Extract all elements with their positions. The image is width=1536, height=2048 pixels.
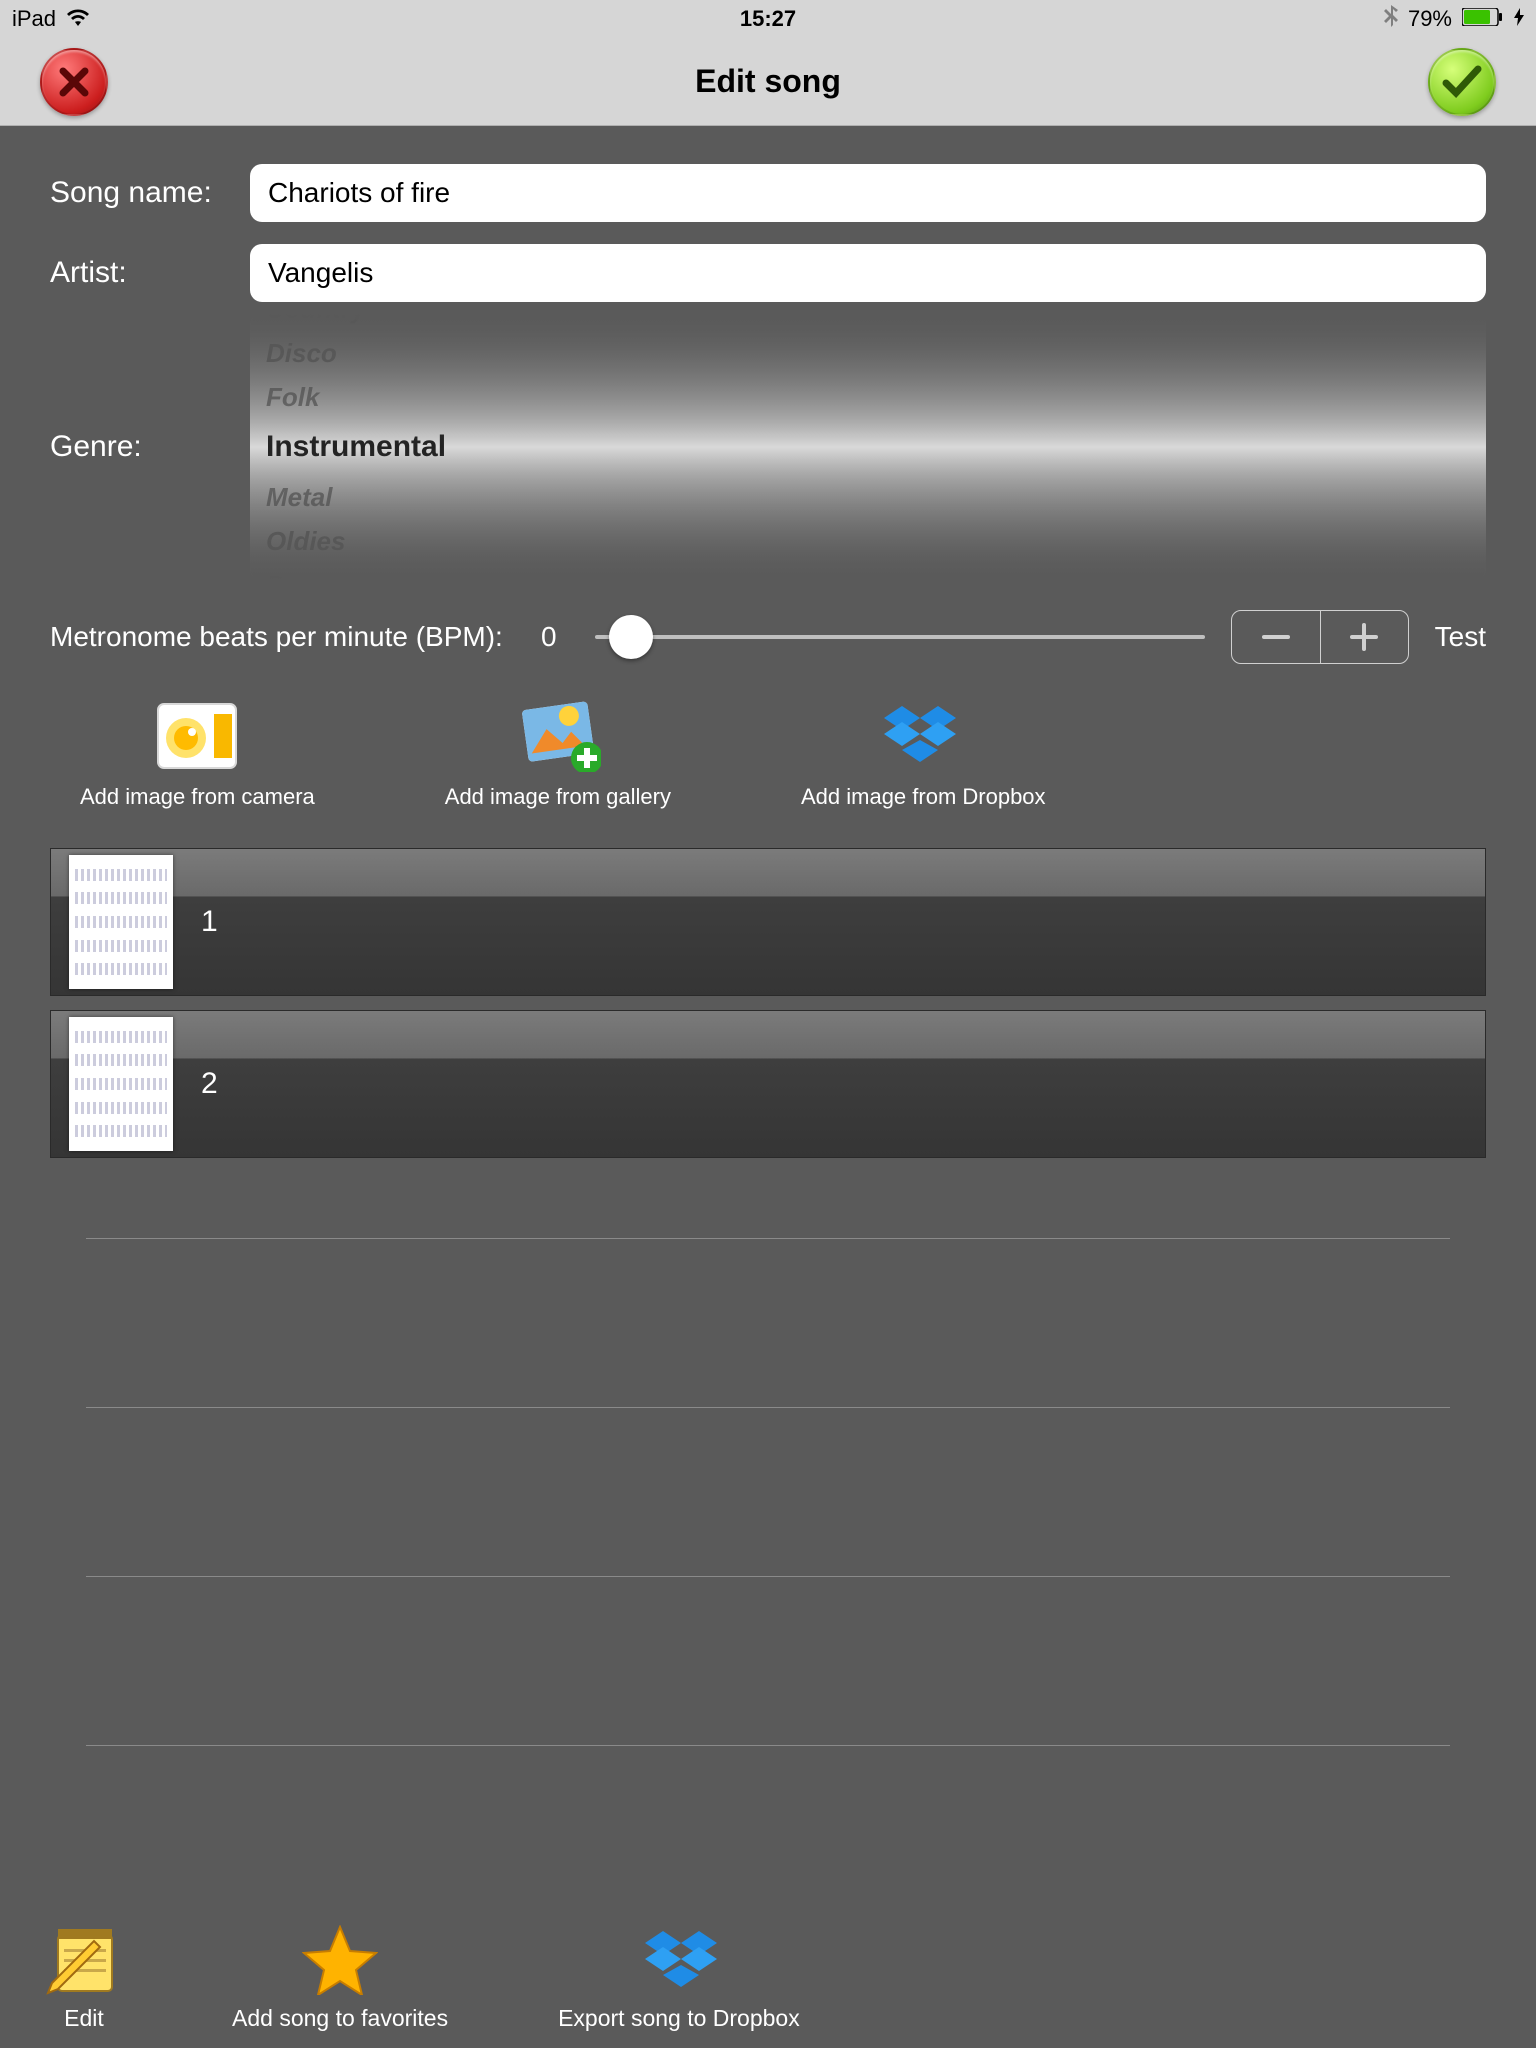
- bottom-action-dropbox[interactable]: Export song to Dropbox: [558, 1925, 800, 2032]
- wifi-icon: [66, 6, 90, 32]
- battery-percent: 79%: [1408, 6, 1452, 32]
- add-image-dropbox[interactable]: Add image from Dropbox: [801, 700, 1046, 810]
- device-label: iPad: [12, 6, 56, 32]
- add-image-label: Add image from gallery: [445, 784, 671, 810]
- page-title: Edit song: [695, 63, 841, 100]
- edit-note-icon: [46, 1925, 122, 1995]
- page-thumbnail: [69, 855, 173, 989]
- bpm-test-button[interactable]: Test: [1435, 621, 1486, 653]
- camera-icon: [154, 700, 240, 772]
- star-icon: [302, 1925, 378, 1995]
- genre-picker[interactable]: CountryDiscoFolkInstrumentalMetalOldiesP…: [250, 312, 1486, 582]
- songname-input[interactable]: [250, 164, 1486, 222]
- bpm-value: 0: [529, 621, 569, 653]
- genre-option[interactable]: Instrumental: [266, 419, 1486, 475]
- confirm-button[interactable]: [1428, 48, 1496, 116]
- genre-option[interactable]: Folk: [266, 375, 1486, 419]
- add-image-label: Add image from Dropbox: [801, 784, 1046, 810]
- status-bar: iPad 15:27 79%: [0, 0, 1536, 38]
- bpm-label: Metronome beats per minute (BPM):: [50, 621, 503, 653]
- page-thumbnail: [69, 1017, 173, 1151]
- bottom-action-label: Edit: [64, 2005, 104, 2032]
- artist-input[interactable]: [250, 244, 1486, 302]
- dropbox-icon: [880, 700, 966, 772]
- clock: 15:27: [740, 6, 796, 32]
- genre-option[interactable]: Oldies: [266, 519, 1486, 563]
- bluetooth-icon: [1384, 5, 1398, 33]
- divider: [86, 1238, 1450, 1239]
- page-number: 1: [201, 905, 218, 939]
- genre-option[interactable]: Disco: [266, 331, 1486, 375]
- genre-option[interactable]: Pop: [266, 563, 1486, 582]
- bottom-action-star[interactable]: Add song to favorites: [232, 1925, 448, 2032]
- genre-option[interactable]: Metal: [266, 475, 1486, 519]
- page-row[interactable]: 2: [50, 1010, 1486, 1158]
- genre-label: Genre:: [50, 430, 250, 464]
- add-image-camera[interactable]: Add image from camera: [80, 700, 315, 810]
- bottom-action-label: Add song to favorites: [232, 2005, 448, 2032]
- artist-label: Artist:: [50, 256, 250, 290]
- divider: [86, 1576, 1450, 1577]
- nav-bar: Edit song: [0, 38, 1536, 126]
- bottom-action-label: Export song to Dropbox: [558, 2005, 800, 2032]
- page-number: 2: [201, 1067, 218, 1101]
- cancel-button[interactable]: [40, 48, 108, 116]
- bpm-minus-button[interactable]: [1232, 611, 1320, 663]
- add-image-gallery-add[interactable]: Add image from gallery: [445, 700, 671, 810]
- bpm-slider[interactable]: [595, 622, 1205, 652]
- add-image-label: Add image from camera: [80, 784, 315, 810]
- songname-label: Song name:: [50, 176, 250, 210]
- battery-icon: [1462, 6, 1504, 32]
- page-row[interactable]: 1: [50, 848, 1486, 996]
- charging-icon: [1514, 6, 1524, 32]
- genre-option[interactable]: Country: [266, 312, 1486, 331]
- dropbox-icon: [641, 1925, 717, 1995]
- divider: [86, 1745, 1450, 1746]
- divider: [86, 1407, 1450, 1408]
- bpm-plus-button[interactable]: [1320, 611, 1408, 663]
- gallery-add-icon: [515, 700, 601, 772]
- bpm-stepper: [1231, 610, 1409, 664]
- bottom-action-edit-note[interactable]: Edit: [46, 1925, 122, 2032]
